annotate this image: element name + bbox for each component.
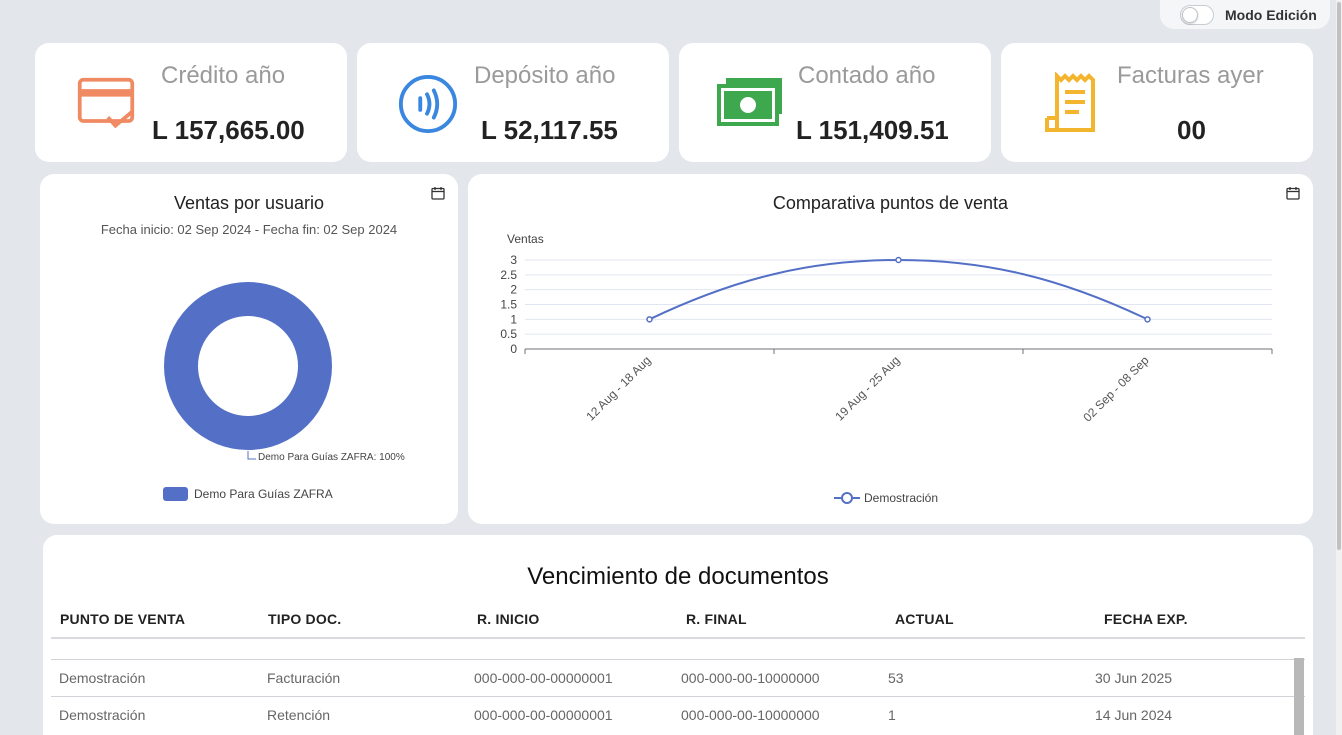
table-cell: Facturación xyxy=(267,670,341,686)
document-expiry-card: Vencimiento de documentos PUNTO DE VENTA… xyxy=(43,535,1313,735)
y-tick-label: 0.5 xyxy=(500,327,517,341)
kpi-title: Crédito año xyxy=(161,62,286,89)
credit-card-icon xyxy=(77,77,135,129)
table-cell: Demostración xyxy=(59,707,146,723)
toggle-switch[interactable] xyxy=(1180,4,1214,25)
sales-by-user-card: Ventas por usuario Fecha inicio: 02 Sep … xyxy=(40,174,458,524)
table-cell: 1 xyxy=(888,707,896,723)
column-header[interactable]: FECHA EXP. xyxy=(1104,611,1188,627)
kpi-value: L 52,117.55 xyxy=(481,115,618,145)
row-divider xyxy=(51,696,1305,697)
table-cell: 53 xyxy=(888,670,904,686)
table-cell: 14 Jun 2024 xyxy=(1095,707,1173,723)
slice-label: Demo Para Guías ZAFRA: 100% xyxy=(258,452,405,463)
line-chart: Ventas 00.511.522.53 12 Aug - 18 Aug 19 A… xyxy=(500,232,1273,424)
y-tick-label: 0 xyxy=(510,342,517,356)
table-title: Vencimiento de documentos xyxy=(527,563,829,590)
y-tick-label: 2.5 xyxy=(500,268,517,282)
edit-mode-toggle[interactable]: Modo Edición xyxy=(1160,0,1330,29)
y-tick-label: 1.5 xyxy=(500,298,517,312)
table-cell: 30 Jun 2025 xyxy=(1095,670,1173,686)
legend-label: Demo Para Guías ZAFRA xyxy=(194,487,333,501)
y-tick-label: 2 xyxy=(510,283,517,297)
cash-icon xyxy=(717,78,782,126)
x-tick-label: 02 Sep - 08 Sep xyxy=(1080,353,1151,424)
edit-mode-label: Modo Edición xyxy=(1225,6,1317,23)
column-header[interactable]: R. FINAL xyxy=(686,611,747,627)
kpi-value: L 157,665.00 xyxy=(152,115,305,145)
donut-slice[interactable] xyxy=(164,282,332,450)
sales-points-comparison-card: Comparativa puntos de venta Ventas 0 0.5 1… xyxy=(468,174,1313,524)
table-cell: 000-000-00-10000000 xyxy=(681,670,820,686)
y-tick-label: 3 xyxy=(510,253,517,267)
kpi-title: Contado año xyxy=(798,62,936,89)
table-cell: 000-000-00-00000001 xyxy=(474,707,613,723)
table-scrollbar[interactable] xyxy=(1294,658,1304,735)
x-tick-label: 19 Aug - 25 Aug xyxy=(832,353,902,423)
row-divider xyxy=(51,659,1305,660)
legend-marker xyxy=(834,492,860,504)
legend-swatch xyxy=(163,487,188,501)
kpi-value: 00 xyxy=(1177,115,1206,145)
column-header[interactable]: PUNTO DE VENTA xyxy=(60,611,185,627)
page-scrollbar[interactable] xyxy=(1336,0,1342,735)
column-header[interactable]: ACTUAL xyxy=(895,611,954,627)
legend-item[interactable]: Demo Para Guías ZAFRA xyxy=(163,487,333,501)
kpi-card-cash: Contado año L 151,409.51 xyxy=(679,43,991,162)
column-header[interactable]: TIPO DOC. xyxy=(268,611,341,627)
x-tick-label: 12 Aug - 18 Aug xyxy=(583,353,653,423)
data-point[interactable] xyxy=(1144,316,1151,323)
kpi-value: L 151,409.51 xyxy=(796,115,949,145)
data-point[interactable] xyxy=(895,256,902,264)
table-cell: Retención xyxy=(267,707,331,723)
donut-chart xyxy=(164,282,332,460)
kpi-title: Facturas ayer xyxy=(1117,62,1264,89)
kpi-title: Depósito año xyxy=(474,62,616,89)
kpi-card-credit: Crédito año L 157,665.00 xyxy=(35,43,347,162)
header-divider xyxy=(51,637,1305,639)
label-leader-line xyxy=(247,451,256,460)
contactless-icon xyxy=(398,74,458,134)
table-cell: 000-000-00-00000001 xyxy=(474,670,613,686)
legend-label: Demostración xyxy=(864,491,939,505)
page-scrollbar-thumb[interactable] xyxy=(1337,2,1341,550)
kpi-card-invoices: Facturas ayer 00 xyxy=(1001,43,1313,162)
data-point[interactable] xyxy=(646,316,653,323)
kpi-card-deposit: Depósito año L 52,117.55 xyxy=(357,43,669,162)
y-tick-label: 1 xyxy=(510,312,517,326)
toggle-knob xyxy=(1182,6,1198,23)
receipt-icon xyxy=(1045,72,1095,132)
table-cell: 000-000-00-10000000 xyxy=(681,707,820,723)
table-cell: Demostración xyxy=(59,670,146,686)
y-axis-label: Ventas xyxy=(507,232,544,246)
legend-item[interactable]: Demostración xyxy=(834,491,938,505)
column-header[interactable]: R. INICIO xyxy=(477,611,539,627)
